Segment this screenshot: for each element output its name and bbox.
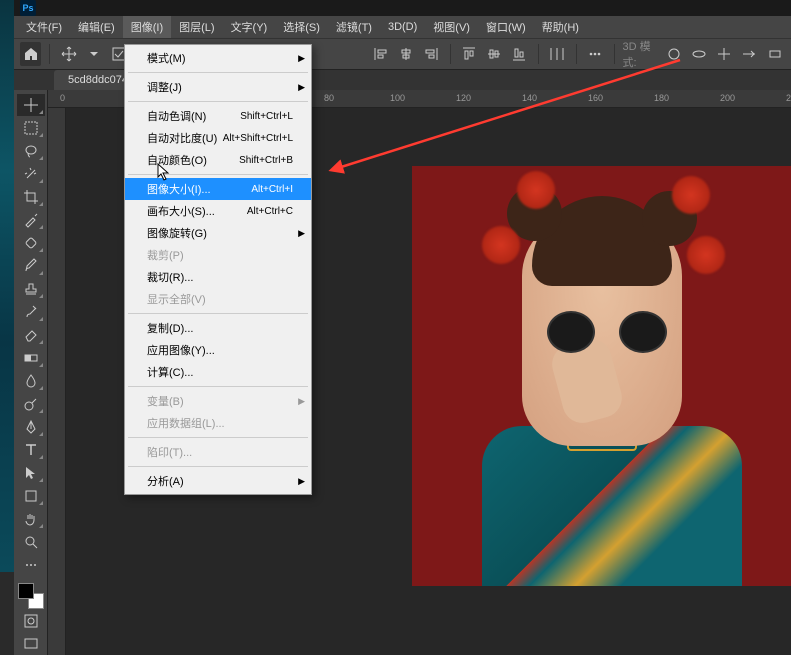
eraser-tool[interactable] [17, 324, 45, 346]
marquee-tool[interactable] [17, 117, 45, 139]
menu-filter[interactable]: 滤镜(T) [328, 16, 380, 38]
brush-tool[interactable] [17, 255, 45, 277]
document-image[interactable] [412, 166, 791, 586]
menu-item[interactable]: 自动色调(N)Shift+Ctrl+L [125, 105, 311, 127]
menu-item[interactable]: 裁切(R)... [125, 266, 311, 288]
pen-tool[interactable] [17, 416, 45, 438]
more-icon[interactable] [585, 42, 606, 66]
healing-tool[interactable] [17, 232, 45, 254]
vertical-ruler[interactable] [48, 108, 66, 655]
3d-zoom-icon [764, 42, 785, 66]
move-tool[interactable] [17, 94, 45, 116]
menu-type[interactable]: 文字(Y) [223, 16, 276, 38]
magic-wand-tool[interactable] [17, 163, 45, 185]
menu-image[interactable]: 图像(I) [123, 16, 171, 38]
crop-tool[interactable] [17, 186, 45, 208]
separator [49, 44, 50, 64]
3d-mode-label: 3D 模式: [623, 38, 660, 70]
dodge-tool[interactable] [17, 393, 45, 415]
menu-item: 陷印(T)... [125, 441, 311, 463]
separator [538, 44, 539, 64]
3d-pan-icon [714, 42, 735, 66]
move-tool-icon[interactable] [58, 42, 79, 66]
ruler-tick: 140 [522, 93, 537, 103]
menu-item[interactable]: 复制(D)... [125, 317, 311, 339]
menu-help[interactable]: 帮助(H) [534, 16, 587, 38]
menu-edit[interactable]: 编辑(E) [70, 16, 123, 38]
path-select-tool[interactable] [17, 462, 45, 484]
menu-item[interactable]: 调整(J)▶ [125, 76, 311, 98]
menu-item[interactable]: 自动颜色(O)Shift+Ctrl+B [125, 149, 311, 171]
ruler-tick: 0 [60, 93, 65, 103]
align-hcenter-icon[interactable] [395, 42, 416, 66]
menu-item[interactable]: 画布大小(S)...Alt+Ctrl+C [125, 200, 311, 222]
menu-item[interactable]: 自动对比度(U)Alt+Shift+Ctrl+L [125, 127, 311, 149]
menu-item[interactable]: 模式(M)▶ [125, 47, 311, 69]
ruler-tick: 80 [324, 93, 334, 103]
ruler-tick: 100 [390, 93, 405, 103]
distribute-icon[interactable] [547, 42, 568, 66]
menu-item: 应用数据组(L)... [125, 412, 311, 434]
menu-item[interactable]: 图像大小(I)...Alt+Ctrl+I [125, 178, 311, 200]
3d-slide-icon [739, 42, 760, 66]
shape-tool[interactable] [17, 485, 45, 507]
zoom-tool[interactable] [17, 531, 45, 553]
titlebar: Ps [14, 0, 791, 16]
screenmode-icon[interactable] [17, 633, 45, 655]
ruler-tick: 220 [786, 93, 791, 103]
menu-item: 裁剪(P) [125, 244, 311, 266]
blur-tool[interactable] [17, 370, 45, 392]
desktop-edge [0, 0, 14, 572]
align-bottom-icon[interactable] [509, 42, 530, 66]
menu-layer[interactable]: 图层(L) [171, 16, 222, 38]
home-icon[interactable] [20, 42, 41, 66]
separator [614, 44, 615, 64]
image-menu-dropdown: 模式(M)▶ 调整(J)▶ 自动色调(N)Shift+Ctrl+L自动对比度(U)A… [124, 44, 312, 495]
align-top-icon[interactable] [458, 42, 479, 66]
menu-view[interactable]: 视图(V) [425, 16, 478, 38]
menu-item[interactable]: 分析(A)▶ [125, 470, 311, 492]
eyedropper-tool[interactable] [17, 209, 45, 231]
color-swatches[interactable] [18, 583, 44, 609]
quickmask-icon[interactable] [17, 610, 45, 632]
foreground-color[interactable] [18, 583, 34, 599]
hand-tool[interactable] [17, 508, 45, 530]
lasso-tool[interactable] [17, 140, 45, 162]
menu-item[interactable]: 应用图像(Y)... [125, 339, 311, 361]
align-vcenter-icon[interactable] [484, 42, 505, 66]
ruler-tick: 200 [720, 93, 735, 103]
ruler-tick: 160 [588, 93, 603, 103]
3d-roll-icon [689, 42, 710, 66]
history-brush-tool[interactable] [17, 301, 45, 323]
gradient-tool[interactable] [17, 347, 45, 369]
menu-3d[interactable]: 3D(D) [380, 18, 425, 36]
menubar: 文件(F) 编辑(E) 图像(I) 图层(L) 文字(Y) 选择(S) 滤镜(T… [14, 16, 791, 38]
ruler-tick: 120 [456, 93, 471, 103]
edit-toolbar-icon[interactable] [17, 554, 45, 576]
menu-item: 变量(B)▶ [125, 390, 311, 412]
align-left-icon[interactable] [370, 42, 391, 66]
menu-item: 显示全部(V) [125, 288, 311, 310]
menu-item[interactable]: 计算(C)... [125, 361, 311, 383]
ruler-tick: 180 [654, 93, 669, 103]
separator [450, 44, 451, 64]
align-right-icon[interactable] [420, 42, 441, 66]
3d-orbit-icon [664, 42, 685, 66]
dropdown-caret-icon[interactable] [83, 42, 104, 66]
separator [576, 44, 577, 64]
menu-window[interactable]: 窗口(W) [478, 16, 534, 38]
ps-logo: Ps [20, 0, 36, 16]
menu-item[interactable]: 图像旋转(G)▶ [125, 222, 311, 244]
stamp-tool[interactable] [17, 278, 45, 300]
menu-file[interactable]: 文件(F) [18, 16, 70, 38]
menu-select[interactable]: 选择(S) [275, 16, 328, 38]
tools-panel [14, 90, 48, 655]
type-tool[interactable] [17, 439, 45, 461]
